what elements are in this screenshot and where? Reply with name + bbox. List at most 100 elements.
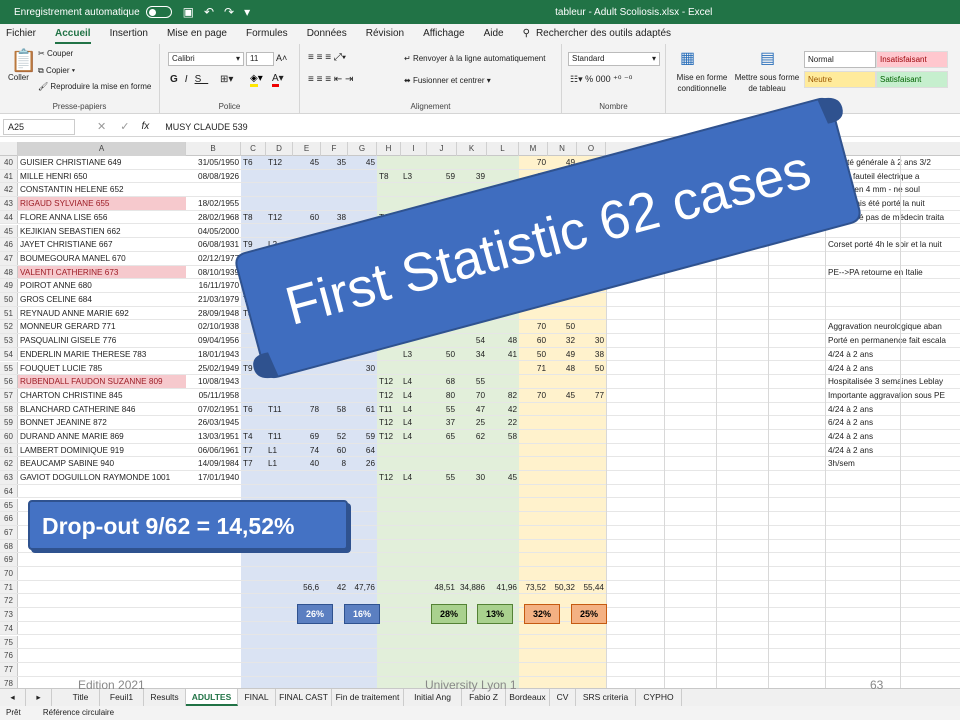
cell-n[interactable]: 45 — [548, 389, 577, 402]
column-header-b[interactable]: B — [186, 142, 241, 156]
cell-h[interactable]: T12 — [377, 430, 401, 443]
cell-a[interactable]: KEJIKIAN SEBASTIEN 662 — [18, 225, 186, 238]
cell-c[interactable]: T6 — [241, 156, 266, 169]
row-number[interactable]: 51 — [0, 306, 18, 320]
cell-c[interactable]: T9 — [241, 238, 266, 251]
worksheet-grid[interactable]: ABCDEFGHIJKLMNO 40 GUISIER CHRISTIANE 649… — [0, 142, 960, 688]
cell-b[interactable]: 31/05/1950 — [186, 156, 241, 169]
undo-icon[interactable]: ↶ — [204, 5, 214, 19]
column-header-e[interactable]: E — [293, 142, 321, 156]
cell-b[interactable]: 10/08/1943 — [186, 375, 241, 388]
cell-a[interactable]: MILLE HENRI 650 — [18, 170, 186, 183]
cell-a[interactable]: JAYET CHRISTIANE 667 — [18, 238, 186, 251]
column-header-n[interactable]: N — [548, 142, 577, 156]
cell-a[interactable]: FOUQUET LUCIE 785 — [18, 362, 186, 375]
cell-c[interactable]: T4 — [241, 252, 266, 265]
cell-f[interactable]: 29 — [321, 252, 348, 265]
column-header-c[interactable]: C — [241, 142, 266, 156]
cell-k[interactable]: 70 — [457, 389, 487, 402]
cell-e[interactable]: 74 — [293, 444, 321, 457]
row-number[interactable]: 62 — [0, 457, 18, 471]
row-number[interactable]: 48 — [0, 265, 18, 279]
row-number[interactable]: 47 — [0, 251, 18, 265]
cell-d[interactable]: L1 — [266, 457, 293, 470]
cell-notes[interactable]: Hospitalisée 3 semaines Leblay — [826, 375, 960, 388]
cell-notes[interactable]: 4/24 à 2 ans — [826, 444, 960, 457]
cell-d[interactable]: T11 — [266, 430, 293, 443]
row-number[interactable]: 60 — [0, 430, 18, 443]
font-color-icon[interactable]: A▾ — [272, 73, 284, 87]
cell-f[interactable]: 38 — [321, 211, 348, 224]
menu-insert[interactable]: Insertion — [110, 24, 148, 44]
column-header-d[interactable]: D — [266, 142, 293, 156]
cell-m[interactable]: 70 — [519, 156, 548, 169]
cell-n[interactable]: 49 — [548, 348, 577, 361]
wrap-text-button[interactable]: ↵ Renvoyer à la ligne automatiquement — [404, 54, 545, 63]
row-number[interactable]: 68 — [0, 539, 18, 553]
cell-b[interactable]: 14/09/1984 — [186, 457, 241, 470]
cell-j[interactable]: 37 — [427, 416, 457, 429]
cell-a[interactable]: ENDERLIN MARIE THERESE 783 — [18, 348, 186, 361]
row-number[interactable]: 52 — [0, 320, 18, 334]
cell-a[interactable]: MONNEUR GERARD 771 — [18, 320, 186, 333]
row-number[interactable]: 54 — [0, 347, 18, 361]
insert-function-icon[interactable]: fx — [141, 121, 149, 132]
cell-b[interactable]: 28/09/1948 — [186, 307, 241, 320]
cell-notes[interactable]: 4/24 à 2 ans — [826, 348, 960, 361]
cell-e[interactable]: 56,6 — [293, 581, 321, 594]
font-size-grow-icon[interactable]: A˄ — [276, 53, 287, 63]
cell-j[interactable]: 59 — [427, 170, 457, 183]
cell-l[interactable]: 48 — [487, 334, 519, 347]
cell-notes[interactable]: N'a jamais été porté la nuit — [826, 197, 960, 210]
cell-notes[interactable]: C2 refusé pas de médecin traita — [826, 211, 960, 224]
cell-m[interactable]: 73,52 — [519, 581, 548, 594]
cell-notes[interactable]: 4/24 à 2 ans — [826, 403, 960, 416]
cell-m[interactable]: 65 — [519, 170, 548, 183]
sheet-tab[interactable]: FINAL — [238, 689, 276, 706]
cell-f[interactable]: 60 — [321, 444, 348, 457]
cell-notes[interactable]: 6/24 à 2 ans — [826, 416, 960, 429]
cell-b[interactable]: 06/08/1931 — [186, 238, 241, 251]
cell-g[interactable]: 45 — [348, 156, 377, 169]
save-icon[interactable]: ▣ — [183, 5, 194, 19]
menu-data[interactable]: Données — [307, 24, 347, 44]
cell-h[interactable]: T12 — [377, 211, 401, 224]
style-neutral[interactable]: Neutre — [804, 71, 876, 88]
cell-k[interactable]: 47 — [457, 403, 487, 416]
cell-l[interactable]: 42 — [487, 403, 519, 416]
cell-a[interactable]: PASQUALINI GISELE 776 — [18, 334, 186, 347]
cell-c[interactable]: T6 — [241, 403, 266, 416]
cell-a[interactable]: LAMBERT DOMINIQUE 919 — [18, 444, 186, 457]
cell-e[interactable]: 40 — [293, 457, 321, 470]
cell-b[interactable]: 28/02/1968 — [186, 211, 241, 224]
row-number[interactable]: 74 — [0, 621, 18, 635]
cell-notes[interactable]: PE-->PA retourne en Italie — [826, 266, 960, 279]
cell-notes[interactable]: Porté en permanence fait escala — [826, 334, 960, 347]
cell-h[interactable]: T12 — [377, 416, 401, 429]
cell-o[interactable]: 50 — [577, 362, 606, 375]
cell-d[interactable]: L1 — [266, 444, 293, 457]
cell-b[interactable]: 02/10/1938 — [186, 320, 241, 333]
cell-e[interactable]: 69 — [293, 430, 321, 443]
cell-h[interactable]: T12 — [377, 375, 401, 388]
cell-k[interactable]: 34,886 — [457, 581, 487, 594]
cell-c[interactable]: T8 — [241, 307, 266, 320]
column-header-i[interactable]: I — [401, 142, 427, 156]
cell-d[interactable]: T11 — [266, 403, 293, 416]
row-number[interactable]: 50 — [0, 293, 18, 306]
column-header-h[interactable]: H — [377, 142, 401, 156]
cell-d[interactable]: L2 — [266, 238, 293, 251]
cell-c[interactable]: T9 — [241, 362, 266, 375]
cell-e[interactable]: 45 — [293, 156, 321, 169]
cell-o[interactable]: 38 — [577, 348, 606, 361]
halign-icons[interactable]: ≡ ≡ ≡ ⇤ ⇥ — [308, 74, 353, 85]
menu-review[interactable]: Révision — [366, 24, 404, 44]
cell-k[interactable]: 54 — [457, 334, 487, 347]
cell-a[interactable]: CHARTON CHRISTINE 845 — [18, 389, 186, 402]
row-number[interactable]: 40 — [0, 156, 18, 169]
paste-button[interactable]: Coller — [8, 73, 29, 82]
cell-n[interactable]: 49 — [548, 156, 577, 169]
cell-j[interactable]: 55 — [427, 403, 457, 416]
column-header-m[interactable]: M — [519, 142, 548, 156]
cell-j[interactable]: 48,51 — [427, 581, 457, 594]
